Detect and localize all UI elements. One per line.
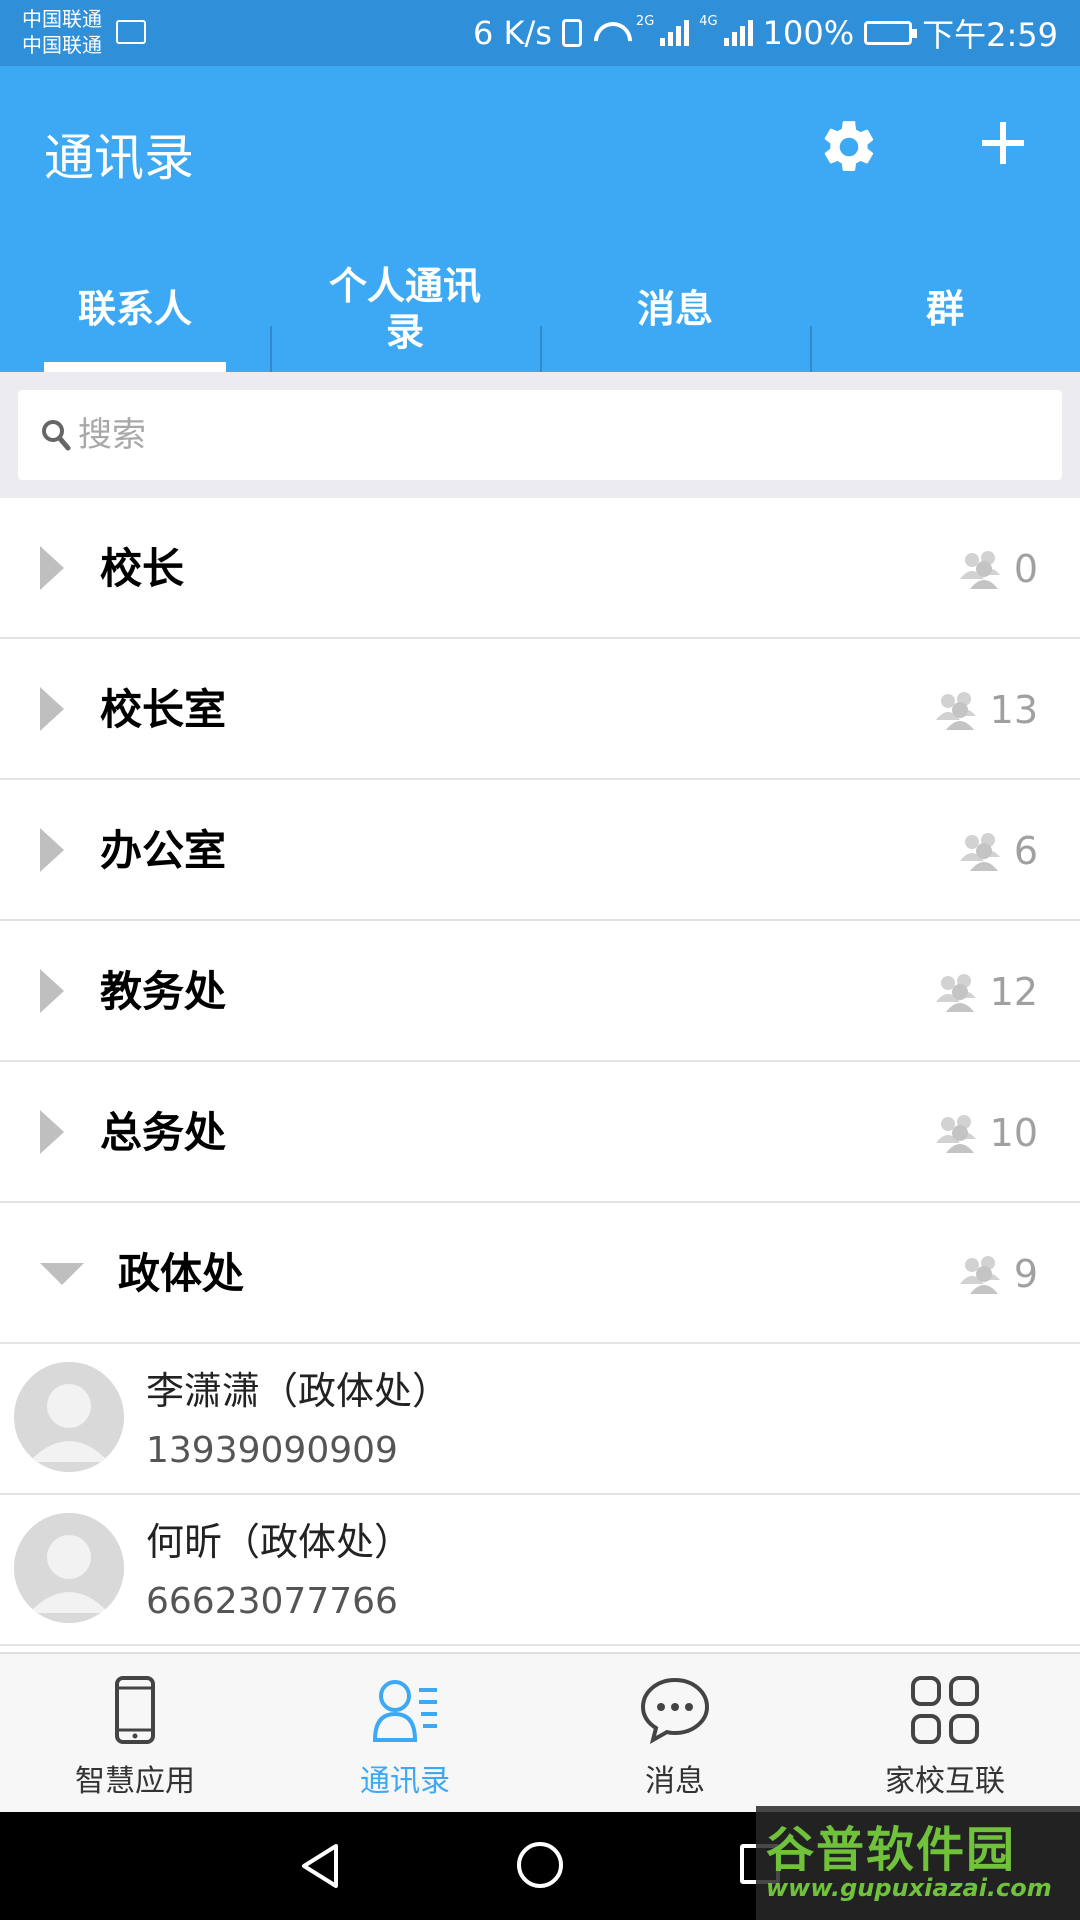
status-indicators: 6 K/s 2G 4G 100% 下午2:59 (473, 0, 1058, 66)
carrier-1: 中国联通 (22, 7, 102, 31)
group-row-academic-affairs[interactable]: 教务处 12 (0, 921, 1080, 1062)
tab-messages[interactable]: 消息 (540, 246, 810, 404)
carrier-2: 中国联通 (22, 33, 102, 57)
add-button[interactable] (980, 120, 1026, 166)
battery-icon (864, 21, 918, 45)
group-name: 办公室 (100, 826, 227, 875)
list-item[interactable]: 何昕（政体处） 66623077766 (0, 1495, 1080, 1646)
signal-icon (723, 20, 753, 46)
caret-down-icon (40, 1262, 84, 1285)
activity-icon (116, 20, 146, 44)
group-count-area: 10 (934, 1062, 1038, 1203)
active-tab-indicator (44, 362, 226, 372)
contact-group-list: 校长 0 校长室 13 办公室 6 教务处 12 总务处 10 政体处 9 李潇… (0, 498, 1080, 1646)
tab-groups[interactable]: 群 (810, 246, 1080, 404)
search-input[interactable] (78, 415, 978, 455)
chat-bubble-icon (640, 1677, 710, 1745)
group-name: 政体处 (118, 1249, 245, 1298)
caret-right-icon (40, 686, 64, 731)
search-icon (42, 420, 71, 451)
group-row-office[interactable]: 办公室 6 (0, 780, 1080, 921)
contact-phone: 66623077766 (146, 1581, 398, 1622)
people-icon (935, 973, 976, 1012)
caret-right-icon (40, 545, 64, 590)
avatar (14, 1362, 124, 1472)
tab-bar: 联系人 个人通讯录 消息 群 (0, 246, 1080, 404)
tab-label: 联系人 (77, 287, 192, 331)
net-speed: 6 K/s (472, 14, 552, 52)
group-count: 0 (1013, 546, 1038, 591)
group-count-area: 9 (958, 1203, 1038, 1344)
bottom-nav: 智慧应用 通讯录 消息 家校互联 (0, 1652, 1080, 1812)
tab-label: 群 (925, 287, 964, 331)
group-count-area: 6 (958, 780, 1038, 921)
people-icon (935, 691, 976, 730)
tab-label: 个人通讯录 (328, 264, 481, 354)
tab-personal-contacts[interactable]: 个人通讯录 (270, 246, 540, 404)
nav-label: 通讯录 (360, 1764, 450, 1799)
list-item[interactable]: 李潇潇（政体处） 13939090909 (0, 1344, 1080, 1495)
wifi-icon (592, 20, 626, 46)
group-count: 9 (1013, 1251, 1038, 1296)
watermark-url: www.gupuxiazai.com (766, 1874, 1052, 1902)
group-row-political-pe[interactable]: 政体处 9 (0, 1203, 1080, 1344)
caret-right-icon (40, 968, 64, 1013)
group-name: 总务处 (100, 1108, 227, 1157)
contact-name: 何昕（政体处） (146, 1520, 413, 1564)
nav-contacts[interactable]: 通讯录 (270, 1654, 540, 1812)
group-row-general-affairs[interactable]: 总务处 10 (0, 1062, 1080, 1203)
back-icon[interactable] (298, 1842, 342, 1890)
home-icon[interactable] (517, 1842, 563, 1888)
group-name: 校长室 (100, 685, 227, 734)
watermark-logo: 谷普软件园 (766, 1822, 1017, 1878)
people-icon (959, 550, 1000, 589)
tab-label: 消息 (636, 287, 713, 331)
caret-right-icon (40, 1109, 64, 1154)
people-icon (959, 832, 1000, 871)
contact-phone: 13939090909 (146, 1430, 398, 1471)
app-bar: 通讯录 联系人 个人通讯录 消息 群 (0, 66, 1080, 404)
contacts-icon (372, 1680, 437, 1742)
group-count: 12 (989, 969, 1038, 1014)
group-count-area: 13 (934, 639, 1038, 780)
nav-home-school[interactable]: 家校互联 (810, 1654, 1080, 1812)
battery-percent: 100% (762, 14, 855, 52)
nav-label: 智慧应用 (75, 1764, 195, 1799)
group-count-area: 12 (934, 921, 1038, 1062)
group-count: 13 (989, 687, 1038, 732)
signal-icon (660, 20, 690, 46)
caret-right-icon (40, 827, 64, 872)
contact-name: 李潇潇（政体处） (146, 1369, 451, 1413)
gear-icon[interactable] (818, 116, 880, 178)
sim1-type: 2G (635, 14, 655, 29)
vibrate-icon (561, 19, 582, 47)
group-row-principal-office[interactable]: 校长室 13 (0, 639, 1080, 780)
phone-icon (115, 1676, 155, 1744)
nav-label: 消息 (645, 1764, 705, 1799)
nav-smart-apps[interactable]: 智慧应用 (0, 1654, 270, 1812)
nav-messages[interactable]: 消息 (540, 1654, 810, 1812)
group-name: 校长 (100, 544, 185, 593)
clock: 下午2:59 (922, 16, 1058, 54)
status-bar: 中国联通 中国联通 6 K/s 2G 4G 100% 下午2:59 (0, 0, 1080, 66)
sim2-type: 4G (699, 14, 718, 29)
search-bar (0, 372, 1080, 498)
search-box[interactable] (18, 390, 1062, 480)
group-row-principal[interactable]: 校长 0 (0, 498, 1080, 639)
carrier-info: 中国联通 中国联通 (22, 6, 102, 58)
grid-icon (911, 1676, 979, 1744)
page-title: 通讯录 (44, 129, 194, 187)
group-name: 教务处 (100, 967, 227, 1016)
group-count: 6 (1013, 828, 1038, 873)
tab-contacts[interactable]: 联系人 (0, 246, 270, 372)
group-count-area: 0 (958, 498, 1038, 639)
avatar (14, 1513, 124, 1623)
people-icon (935, 1114, 976, 1153)
watermark: 谷普软件园 www.gupuxiazai.com (756, 1806, 1080, 1920)
nav-label: 家校互联 (885, 1764, 1005, 1799)
group-count: 10 (989, 1110, 1038, 1155)
people-icon (959, 1255, 1000, 1294)
